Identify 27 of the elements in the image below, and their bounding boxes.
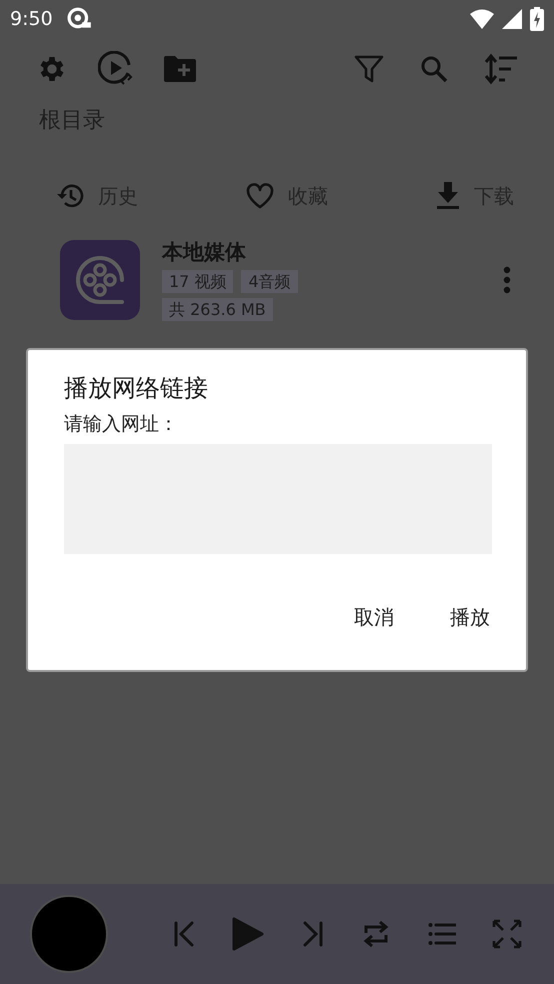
media-title[interactable]: 本地媒体 (162, 240, 502, 266)
play-link-icon[interactable] (98, 51, 134, 87)
search-icon[interactable] (420, 55, 448, 83)
wifi-icon (470, 9, 494, 29)
dialog-button[interactable]: 播放 (440, 594, 500, 640)
filter-icon[interactable] (354, 54, 384, 84)
media-tag: 共 263.6 MB (162, 298, 273, 322)
fullscreen-icon[interactable] (492, 919, 522, 949)
sort-icon[interactable] (484, 53, 518, 85)
download-icon (436, 182, 460, 210)
previous-icon[interactable] (172, 921, 196, 947)
dialog-title: 播放网络链接 (64, 373, 209, 404)
history-icon (56, 182, 84, 210)
playlist-icon[interactable] (428, 922, 456, 946)
media-tag: 4音频 (241, 270, 298, 294)
url-prompt: 请输入网址： (64, 412, 179, 437)
film-reel-icon[interactable] (60, 240, 140, 320)
new-folder-icon[interactable] (164, 55, 196, 83)
play-icon[interactable] (232, 916, 264, 952)
dialog-button[interactable]: 取消 (344, 594, 404, 640)
battery-icon (530, 7, 544, 31)
status-time: 9:50 (10, 6, 53, 32)
signal-icon (502, 9, 522, 29)
more-icon[interactable] (502, 266, 512, 294)
media-tag: 17 视频 (162, 270, 234, 294)
heart-icon (246, 183, 274, 209)
next-icon[interactable] (300, 921, 325, 947)
